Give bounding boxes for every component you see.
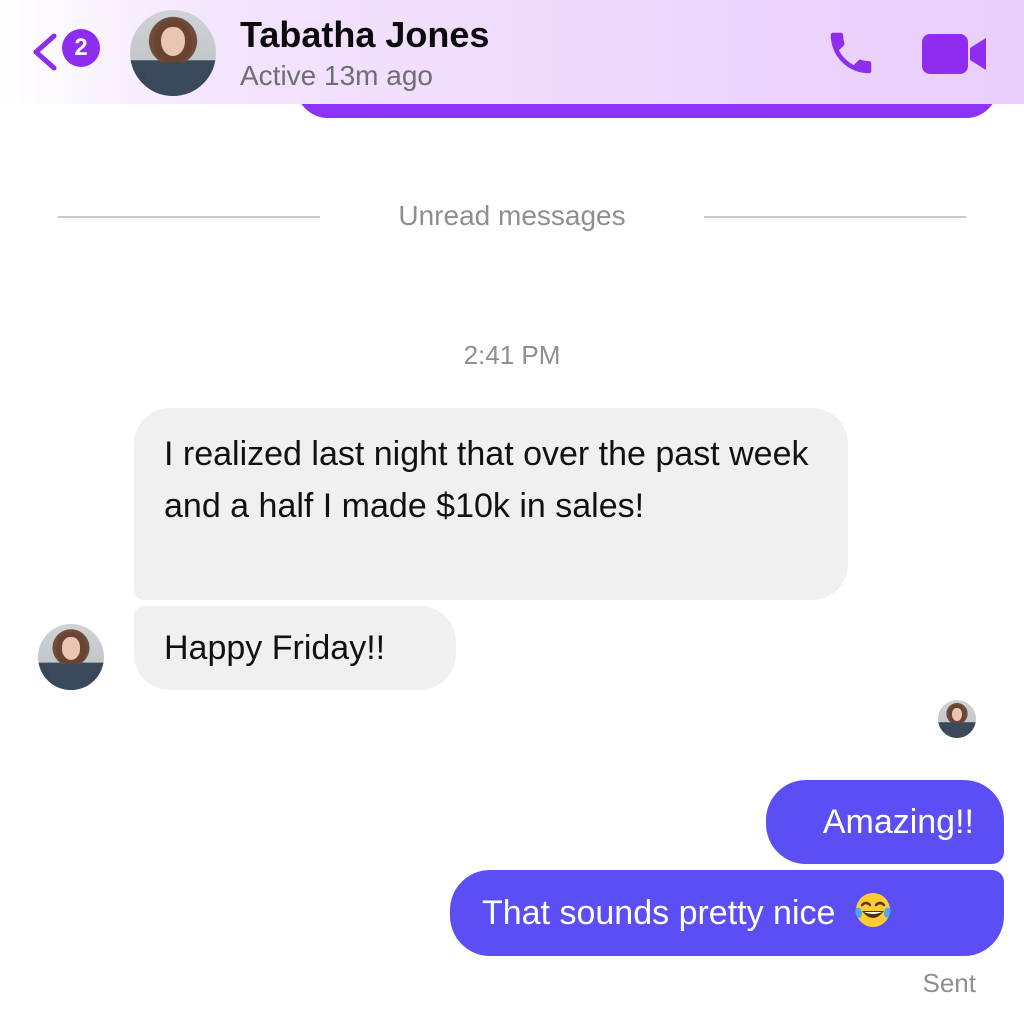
contact-active-status: Active 13m ago (240, 60, 433, 91)
outgoing-message-bubble[interactable]: Amazing!! (766, 780, 1004, 864)
contact-name[interactable]: Tabatha Jones (240, 14, 489, 56)
chevron-left-icon (33, 33, 57, 71)
video-call-button[interactable] (920, 30, 990, 78)
message-text: Amazing!! (822, 803, 974, 841)
unread-count-badge: 2 (62, 29, 100, 67)
back-button[interactable]: 2 (30, 24, 110, 74)
incoming-message-bubble[interactable]: Happy Friday!! (134, 606, 456, 690)
message-timestamp: 2:41 PM (463, 340, 561, 370)
message-text: That sounds pretty nice (482, 894, 836, 932)
tears-of-joy-emoji-icon (855, 893, 891, 927)
unread-divider-line (58, 216, 320, 218)
sender-avatar[interactable] (38, 624, 104, 690)
audio-call-button[interactable] (822, 26, 880, 80)
phone-icon (830, 32, 872, 74)
unread-messages-divider: Unread messages (398, 200, 626, 231)
conversation-header: 2 Tabatha Jones Active 13m ago (0, 0, 1024, 104)
incoming-message-bubble[interactable]: I realized last night that over the past… (134, 408, 848, 600)
outgoing-message-bubble[interactable]: That sounds pretty nice (450, 870, 1004, 956)
unread-divider-line (704, 216, 966, 218)
video-camera-icon (922, 34, 986, 74)
delivery-status: Sent (922, 968, 977, 998)
contact-avatar[interactable] (130, 10, 216, 96)
read-receipt-avatar (938, 700, 976, 738)
